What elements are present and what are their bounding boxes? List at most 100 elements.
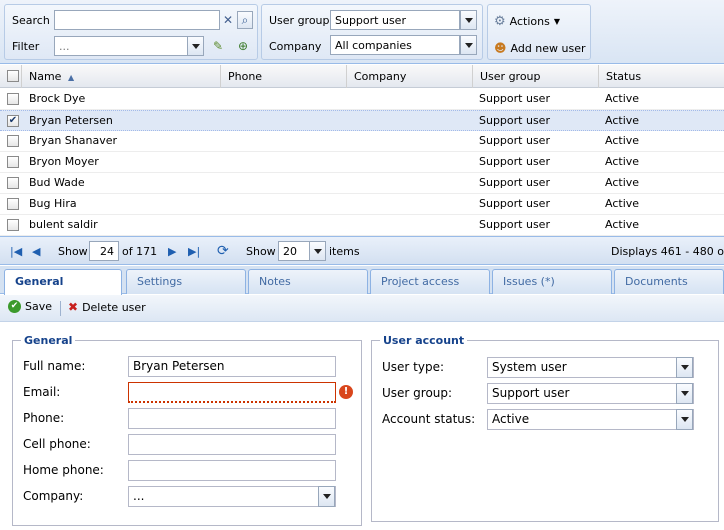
cell-user-group: Support user (479, 114, 550, 127)
table-row[interactable]: bulent saldir Support user Active (0, 215, 724, 236)
last-page-icon[interactable]: ▶| (188, 245, 200, 258)
toolbar: Search ✕ ⌕ Filter ... ✎ ⊕ User group Sup… (0, 0, 724, 64)
table-row[interactable]: Bug Hira Support user Active (0, 194, 724, 215)
account-status-dropdown-button[interactable] (676, 409, 693, 430)
user-type-dropdown-button[interactable] (676, 357, 693, 378)
tab-settings[interactable]: Settings (126, 269, 246, 294)
user-group-field-select[interactable]: Support user (487, 383, 694, 404)
column-name-label: Name (29, 70, 62, 83)
cell-status: Active (605, 92, 640, 105)
gear-icon: ⚙ (494, 13, 506, 29)
row-checkbox[interactable] (7, 93, 19, 105)
save-button[interactable]: ✔ Save (8, 300, 52, 313)
page-number-input[interactable]: 24 (89, 241, 119, 261)
phone-input[interactable] (128, 408, 336, 429)
page-show-label: Show (58, 245, 88, 258)
table-row[interactable]: Bryon Moyer Support user Active (0, 152, 724, 173)
company-field-select[interactable]: ... (128, 486, 336, 507)
first-page-icon[interactable]: |◀ (10, 245, 22, 258)
cell-name: Brock Dye (29, 92, 86, 105)
tab-documents[interactable]: Documents (614, 269, 724, 294)
add-filter-icon[interactable]: ⊕ (235, 38, 251, 54)
sort-ascending-icon: ▲ (67, 73, 75, 82)
cell-status: Active (605, 114, 640, 127)
account-status-label: Account status: (382, 412, 476, 426)
filter-select[interactable]: ... (54, 36, 203, 56)
cell-company (354, 152, 472, 173)
delete-icon: ✖ (68, 300, 79, 314)
company-field-dropdown-button[interactable] (318, 486, 335, 507)
actions-group: ⚙ Actions ▼ ☻ Add new user (487, 4, 591, 60)
cell-status: Active (605, 218, 640, 231)
search-group: Search ✕ ⌕ Filter ... ✎ ⊕ (4, 4, 258, 60)
full-name-label: Full name: (23, 359, 86, 373)
cell-name: Bud Wade (29, 176, 85, 189)
refresh-icon[interactable]: ⟳ (217, 243, 229, 259)
user-group-dropdown-button[interactable] (460, 10, 477, 30)
cell-name: Bryan Petersen (29, 114, 113, 127)
cell-phone-label: Cell phone: (23, 437, 91, 451)
company-dropdown-button[interactable] (460, 35, 477, 55)
column-header-user-group[interactable]: User group (473, 65, 599, 88)
tab-notes[interactable]: Notes (248, 269, 368, 294)
column-header-name[interactable]: Name ▲ (22, 65, 221, 88)
row-checkbox[interactable] (7, 198, 19, 210)
row-checkbox[interactable]: ✔ (7, 115, 19, 127)
cell-name: bulent saldir (29, 218, 98, 231)
row-checkbox[interactable] (7, 135, 19, 147)
user-group-select[interactable]: Support user (330, 10, 460, 30)
filter-dropdown-button[interactable] (187, 36, 204, 56)
cell-company (354, 131, 472, 152)
user-group-label: User group (269, 14, 330, 27)
next-page-icon[interactable]: ▶ (168, 245, 176, 258)
table-row[interactable]: Brock Dye Support user Active (0, 89, 724, 110)
account-status-select[interactable]: Active (487, 409, 694, 430)
row-checkbox[interactable] (7, 177, 19, 189)
cell-user-group: Support user (479, 218, 550, 231)
page-size-dropdown-button[interactable] (309, 241, 326, 261)
page-size-select[interactable]: 20 (278, 241, 310, 261)
cell-user-group: Support user (479, 92, 550, 105)
email-label: Email: (23, 385, 61, 399)
separator (60, 301, 61, 316)
edit-filter-icon[interactable]: ✎ (210, 38, 226, 54)
search-icon[interactable]: ⌕ (237, 11, 253, 29)
general-legend: General (24, 334, 73, 347)
row-checkbox[interactable] (7, 219, 19, 231)
email-input[interactable] (128, 382, 336, 403)
search-input[interactable] (54, 10, 220, 30)
column-header-phone[interactable]: Phone (221, 65, 347, 88)
tab-issues[interactable]: Issues (*) (492, 269, 612, 294)
user-type-select[interactable]: System user (487, 357, 694, 378)
row-checkbox[interactable] (7, 156, 19, 168)
delete-user-button[interactable]: ✖ Delete user (68, 300, 146, 314)
clear-search-icon[interactable]: ✕ (221, 12, 235, 28)
cell-user-group: Support user (479, 134, 550, 147)
table-row[interactable]: ✔ Bryan Petersen Support user Active (0, 110, 724, 131)
cell-status: Active (605, 134, 640, 147)
error-icon: ! (339, 385, 353, 399)
cell-user-group: Support user (479, 155, 550, 168)
full-name-input[interactable]: Bryan Petersen (128, 356, 336, 377)
user-group-field-dropdown-button[interactable] (676, 383, 693, 404)
column-header-status[interactable]: Status (599, 65, 724, 88)
actions-button[interactable]: ⚙ Actions ▼ (494, 12, 574, 30)
table-row[interactable]: Bryan Shanaver Support user Active (0, 131, 724, 152)
home-phone-input[interactable] (128, 460, 336, 481)
cell-phone (228, 215, 346, 236)
tab-project-access[interactable]: Project access (370, 269, 490, 294)
cell-company (354, 89, 472, 110)
page-size-show-label: Show (246, 245, 276, 258)
column-header-company[interactable]: Company (347, 65, 473, 88)
cell-user-group: Support user (479, 197, 550, 210)
add-new-user-button[interactable]: ☻ Add new user (494, 39, 590, 57)
tab-general[interactable]: General (4, 269, 122, 295)
select-all-checkbox[interactable] (7, 70, 19, 82)
detail-action-bar: ✔ Save ✖ Delete user (0, 295, 724, 322)
cell-phone-input[interactable] (128, 434, 336, 455)
select-all-column (0, 65, 22, 88)
previous-page-icon[interactable]: ◀ (32, 245, 40, 258)
group-filter-group: User group Support user Company All comp… (261, 4, 483, 60)
company-select[interactable]: All companies (330, 35, 460, 55)
table-row[interactable]: Bud Wade Support user Active (0, 173, 724, 194)
